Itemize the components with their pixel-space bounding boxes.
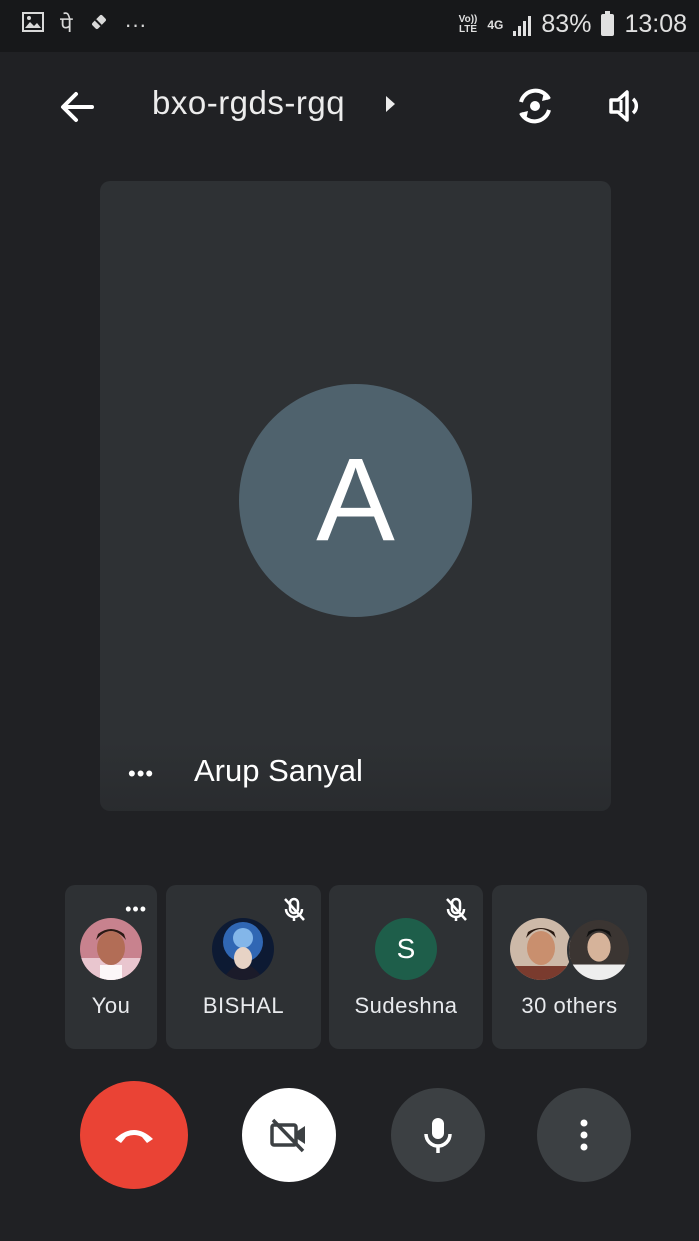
avatar	[567, 918, 631, 982]
speaker-icon[interactable]	[605, 84, 649, 128]
devanagari-icon: पे	[60, 12, 73, 37]
app-bar: bxo-rgds-rgq	[0, 52, 699, 158]
microphone-icon	[424, 1118, 452, 1153]
end-call-button[interactable]	[80, 1081, 188, 1189]
mic-muted-icon	[441, 895, 471, 925]
avatar	[510, 918, 572, 980]
battery-saver-icon	[89, 12, 109, 38]
camera-off-icon	[270, 1118, 305, 1153]
participant-label: BISHAL	[202, 993, 285, 1018]
participant-more-icon[interactable]: •••	[125, 899, 147, 920]
more-options-button[interactable]	[537, 1088, 631, 1182]
network-type: 4G	[487, 17, 504, 32]
volte-icon: Vo)) LTE	[458, 13, 478, 35]
participant-tile-bishal[interactable]: BISHAL	[166, 885, 321, 1049]
image-icon	[22, 12, 44, 38]
clock: 13:08	[624, 10, 687, 38]
avatar	[80, 918, 142, 980]
main-participant-tile[interactable]: A ••• Arup Sanyal	[100, 181, 611, 811]
participant-strip: ••• You BISHAL S Sudeshna 30 others	[65, 885, 647, 1049]
tile-footer: ••• Arup Sanyal	[100, 741, 611, 811]
battery-percent: 83%	[541, 10, 592, 38]
participant-label: Sudeshna	[354, 993, 458, 1018]
avatar: S	[375, 918, 437, 980]
participant-tile-others[interactable]: 30 others	[492, 885, 647, 1049]
main-avatar: A	[239, 384, 472, 617]
participant-tile-you[interactable]: ••• You	[65, 885, 157, 1049]
mic-muted-icon	[279, 895, 309, 925]
status-bar: पे ··· Vo)) LTE 4G 83% 13:08	[0, 0, 699, 52]
status-left-icons: पे ···	[22, 12, 146, 38]
participant-label: You	[91, 993, 131, 1018]
more-vertical-icon	[580, 1119, 588, 1151]
battery-icon	[601, 10, 615, 36]
participant-label: 30 others	[521, 993, 618, 1018]
camera-off-button[interactable]	[242, 1088, 336, 1182]
meeting-code[interactable]: bxo-rgds-rgq	[152, 84, 345, 122]
main-tile-more-icon[interactable]: •••	[128, 761, 154, 787]
avatar	[212, 918, 274, 980]
microphone-button[interactable]	[391, 1088, 485, 1182]
more-dots-icon: ···	[124, 12, 147, 37]
end-call-icon	[115, 1130, 153, 1143]
title-arrow-icon[interactable]	[386, 96, 395, 112]
switch-camera-icon[interactable]	[511, 82, 559, 130]
signal-icon	[513, 14, 532, 36]
back-arrow-icon[interactable]	[56, 86, 98, 128]
participant-tile-sudeshna[interactable]: S Sudeshna	[329, 885, 483, 1049]
status-right: Vo)) LTE 4G 83% 13:08	[459, 10, 687, 39]
main-participant-name: Arup Sanyal	[194, 753, 363, 788]
